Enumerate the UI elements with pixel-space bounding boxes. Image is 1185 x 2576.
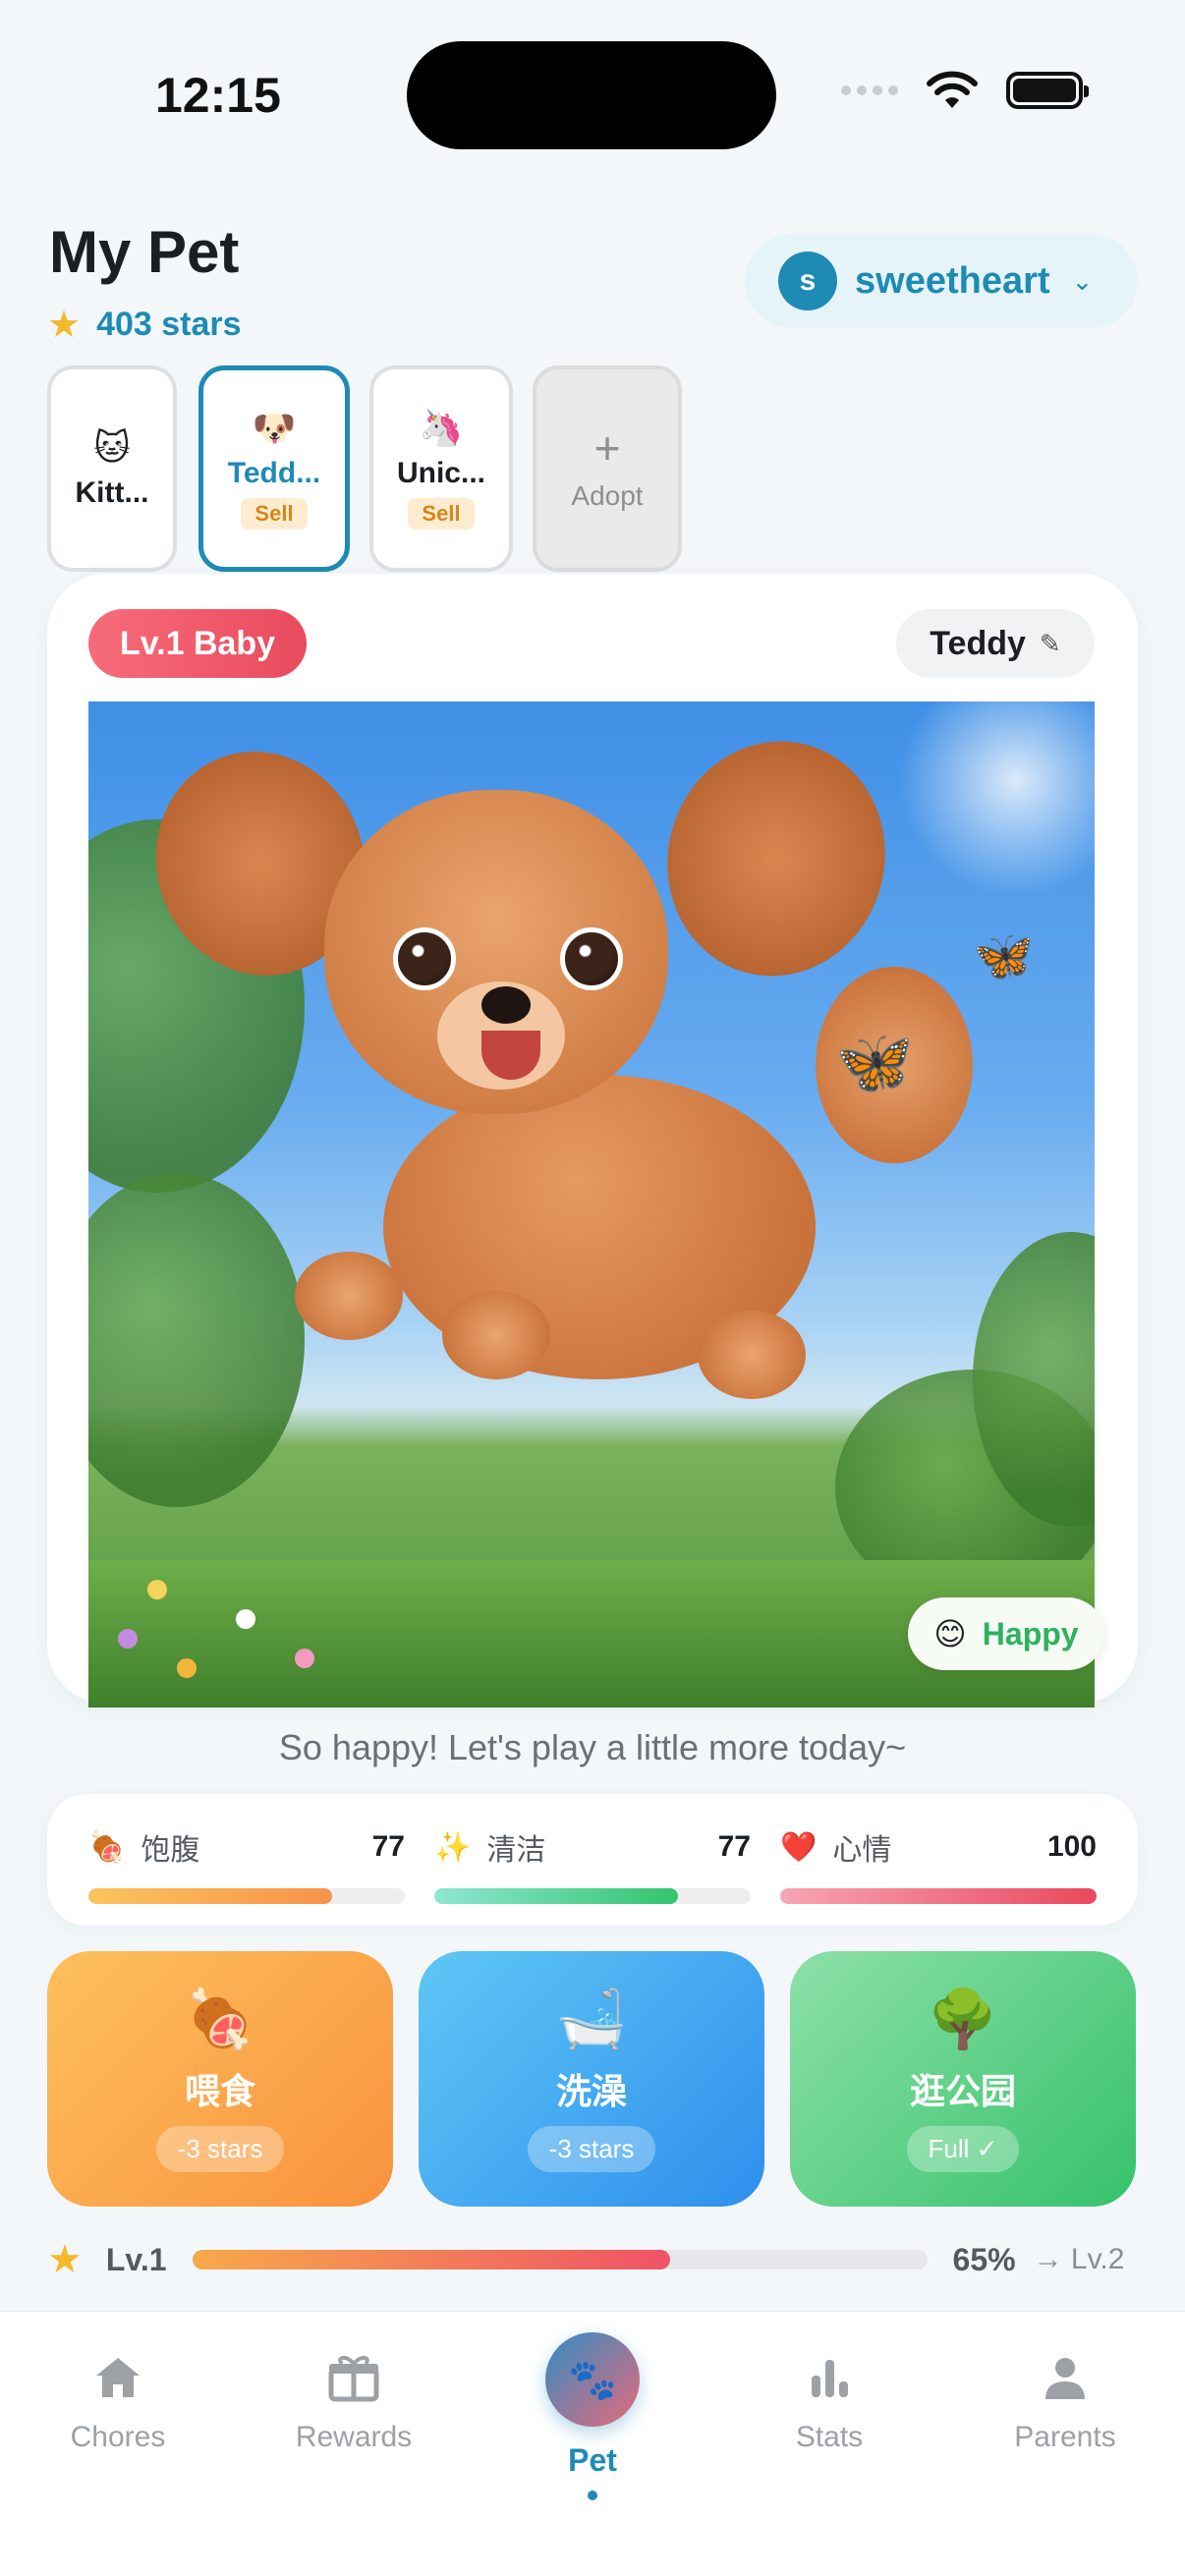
stars-count: 403 stars [96, 306, 242, 343]
butterfly-icon: 🦋 [973, 928, 1035, 983]
person-icon [1042, 2348, 1089, 2407]
nav-label: Parents [1014, 2421, 1116, 2453]
pet-tab-unicorn[interactable]: 🦄 Unic... Sell [369, 365, 513, 572]
nav-stats[interactable]: Stats [731, 2348, 928, 2454]
gift-icon [326, 2348, 381, 2407]
nav-label: Chores [70, 2421, 166, 2453]
star-icon: ★ [47, 2238, 83, 2281]
bath-button[interactable]: 🛁 洗澡 -3 stars [419, 1951, 764, 2207]
bar-chart-icon [806, 2348, 853, 2407]
meat-icon: 🍖 [88, 1830, 126, 1864]
pencil-icon: ✎ [1039, 628, 1061, 658]
star-icon: ★ [47, 305, 82, 346]
park-button[interactable]: 🌳 逛公园 Full ✓ [790, 1951, 1136, 2207]
level-progress-fill [192, 2250, 670, 2269]
stat-bar-fill [434, 1888, 678, 1904]
paw-icon: 🐾 [545, 2332, 640, 2427]
stat-value: 77 [717, 1830, 751, 1863]
pet-tab-label: Unic... [396, 457, 485, 489]
avatar: s [778, 252, 837, 310]
pet-name: Teddy [930, 624, 1026, 662]
dog-icon: 🐶 [252, 408, 297, 448]
stat-label: 心情 [832, 1834, 892, 1867]
cat-icon: 🐱 [93, 427, 131, 468]
stat-fullness: 🍖 饱腹 77 [88, 1825, 405, 1904]
page-title: My Pet [49, 219, 240, 285]
nav-rewards[interactable]: Rewards [255, 2348, 452, 2454]
stat-value: 100 [1046, 1830, 1097, 1863]
unicorn-icon: 🦄 [419, 408, 464, 448]
stat-label: 饱腹 [141, 1834, 200, 1867]
pet-tab-label: Tedd... [227, 457, 321, 489]
meat-icon: 🍖 [184, 1987, 256, 2051]
butterfly-icon: 🦋 [835, 1027, 914, 1097]
level-percent: 65% [952, 2241, 1016, 2277]
nav-pet[interactable]: 🐾 Pet [543, 2332, 642, 2500]
action-cost: -3 stars [527, 2125, 656, 2172]
mood-label: Happy [982, 1615, 1079, 1652]
sell-badge[interactable]: Sell [241, 498, 308, 530]
action-cost: -3 stars [155, 2125, 285, 2172]
status-time: 12:15 [155, 68, 281, 123]
pet-illustration[interactable]: 🦋 🦋 [88, 701, 1095, 1708]
action-cost: Full ✓ [906, 2125, 1020, 2172]
heart-icon: ❤️ [780, 1830, 818, 1864]
stat-label: 清洁 [486, 1834, 546, 1867]
level-progress: ★ Lv.1 65% → Lv.2 [47, 2232, 1138, 2287]
sell-badge[interactable]: Sell [408, 498, 475, 530]
action-label: 逛公园 [909, 2070, 1016, 2111]
level-progress-bar [192, 2250, 928, 2269]
nav-label: Stats [795, 2421, 864, 2453]
battery-icon [1006, 72, 1089, 109]
nav-label: Rewards [295, 2421, 413, 2453]
pet-message: So happy! Let's play a little more today… [278, 1727, 907, 1767]
signal-dots-icon [841, 85, 898, 95]
feed-button[interactable]: 🍖 喂食 -3 stars [47, 1951, 393, 2207]
nav-chores[interactable]: Chores [20, 2348, 216, 2454]
pet-tab-label: Kitt... [75, 476, 149, 509]
plus-icon: + [593, 422, 621, 474]
home-icon [92, 2348, 143, 2407]
bathtub-icon: 🛁 [555, 1987, 628, 2051]
pet-tab-kitty[interactable]: 🐱 Kitt... [47, 365, 177, 572]
stat-bar-fill [780, 1888, 1097, 1904]
stat-cleanliness: ✨ 清洁 77 [434, 1825, 751, 1904]
action-label: 洗澡 [555, 2070, 627, 2111]
level-badge: Lv.1 Baby [88, 609, 308, 678]
chevron-down-icon: ⌄ [1071, 265, 1094, 296]
sparkles-icon: ✨ [434, 1830, 472, 1864]
dynamic-island [407, 41, 776, 149]
current-level: Lv.1 [105, 2241, 167, 2277]
mood-badge: 😊 Happy [908, 1597, 1104, 1670]
nav-label: Pet [568, 2442, 617, 2478]
wifi-icon [927, 71, 978, 108]
smile-icon: 😊 [933, 1616, 967, 1652]
stat-bar-fill [88, 1888, 332, 1904]
pet-tab-teddy[interactable]: 🐶 Tedd... Sell [198, 365, 350, 572]
adopt-label: Adopt [571, 480, 644, 511]
pet-name-edit-button[interactable]: Teddy ✎ [896, 609, 1095, 678]
stars-balance: ★ 403 stars [47, 303, 242, 347]
user-name: sweetheart [855, 259, 1050, 302]
nav-parents[interactable]: Parents [967, 2348, 1163, 2454]
user-switcher[interactable]: s sweetheart ⌄ [745, 234, 1138, 328]
active-indicator [588, 2491, 597, 2500]
action-label: 喂食 [184, 2070, 255, 2111]
adopt-button[interactable]: + Adopt [533, 365, 682, 572]
next-level: → Lv.2 [1033, 2243, 1125, 2275]
stat-value: 77 [371, 1830, 405, 1863]
stat-mood: ❤️ 心情 100 [780, 1825, 1097, 1904]
tree-icon: 🌳 [927, 1987, 999, 2051]
status-icons [841, 71, 1089, 110]
